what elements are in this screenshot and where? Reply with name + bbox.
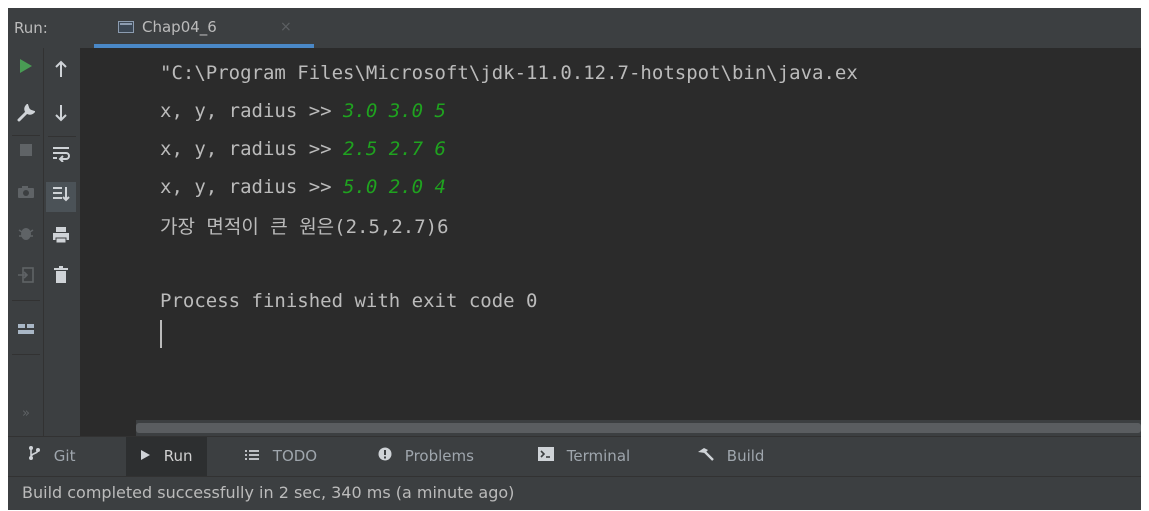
console-exit-line: Process finished with exit code 0 <box>160 290 538 312</box>
problems-icon <box>378 447 397 465</box>
separator <box>12 300 40 301</box>
git-icon <box>28 446 46 465</box>
tool-window-todo[interactable]: TODO <box>234 437 327 477</box>
tab-title: Chap04_6 <box>142 18 217 36</box>
separator <box>12 135 40 136</box>
tab-chap04-6[interactable]: Chap04_6 × <box>94 8 314 48</box>
play-icon <box>140 447 156 465</box>
scroll-to-end-icon[interactable] <box>46 182 76 212</box>
tool-window-label: Build <box>726 447 765 465</box>
tool-window-label: Git <box>53 447 76 465</box>
prompt-text: x, y, radius >> <box>160 100 344 122</box>
status-bar: Build completed successfully in 2 sec, 3… <box>8 476 1141 510</box>
camera-icon[interactable] <box>11 184 41 204</box>
tool-window-label: Problems <box>404 447 474 465</box>
terminal-icon <box>538 447 559 465</box>
tool-window-label: Terminal <box>566 447 631 465</box>
run-icon[interactable] <box>11 58 41 79</box>
trash-icon[interactable] <box>46 266 76 289</box>
console-command-line: "C:\Program Files\Microsoft\jdk-11.0.12.… <box>160 62 858 84</box>
separator <box>12 354 40 355</box>
exit-icon[interactable] <box>11 266 41 289</box>
tool-window-terminal[interactable]: Terminal <box>528 437 640 477</box>
status-message: Build completed successfully in 2 sec, 3… <box>22 483 515 502</box>
run-header-bar: Run: Chap04_6 × <box>8 8 1141 48</box>
tool-window-label: Run <box>163 447 193 465</box>
horizontal-scrollbar[interactable] <box>136 420 1141 436</box>
text-caret <box>160 320 162 348</box>
console-line: x, y, radius >> 2.5 2.7 6 <box>160 138 446 160</box>
scrollbar-thumb[interactable] <box>136 423 1141 433</box>
ide-window: Run: Chap04_6 × » "C:\Program Files\Micr… <box>8 8 1141 510</box>
tool-window-label: TODO <box>272 447 318 465</box>
close-icon[interactable]: × <box>280 8 292 46</box>
tool-window-problems[interactable]: Problems <box>368 437 484 477</box>
hammer-icon <box>696 447 719 465</box>
console-line: x, y, radius >> 5.0 2.0 4 <box>160 176 446 198</box>
tool-window-build[interactable]: Build <box>686 437 774 477</box>
arrow-up-icon[interactable] <box>46 60 76 83</box>
tool-window-bar: Git Run TODO Problems Terminal Build <box>8 436 1141 477</box>
user-input-text: 5.0 2.0 4 <box>343 176 446 198</box>
console-output[interactable]: "C:\Program Files\Microsoft\jdk-11.0.12.… <box>136 48 1141 420</box>
tool-window-run[interactable]: Run <box>126 437 207 477</box>
bug-icon[interactable] <box>11 224 41 247</box>
arrow-down-icon[interactable] <box>46 104 76 127</box>
prompt-text: x, y, radius >> <box>160 138 344 160</box>
layout-icon[interactable] <box>11 320 41 340</box>
soft-wrap-icon[interactable] <box>46 146 76 167</box>
separator <box>48 136 76 137</box>
tool-window-git[interactable]: Git <box>18 437 85 477</box>
console-result-line: 가장 면적이 큰 원은(2.5,2.7)6 <box>160 216 449 238</box>
console-tab-icon <box>118 21 134 33</box>
console-line: x, y, radius >> 3.0 3.0 5 <box>160 100 446 122</box>
user-input-text: 3.0 3.0 5 <box>343 100 446 122</box>
user-input-text: 2.5 2.7 6 <box>343 138 446 160</box>
prompt-text: x, y, radius >> <box>160 176 344 198</box>
list-icon <box>244 447 265 465</box>
print-icon[interactable] <box>46 226 76 249</box>
wrench-icon[interactable] <box>11 103 41 127</box>
run-label: Run: <box>14 19 48 37</box>
stop-icon[interactable] <box>11 142 41 162</box>
more-icon[interactable]: » <box>11 406 41 421</box>
